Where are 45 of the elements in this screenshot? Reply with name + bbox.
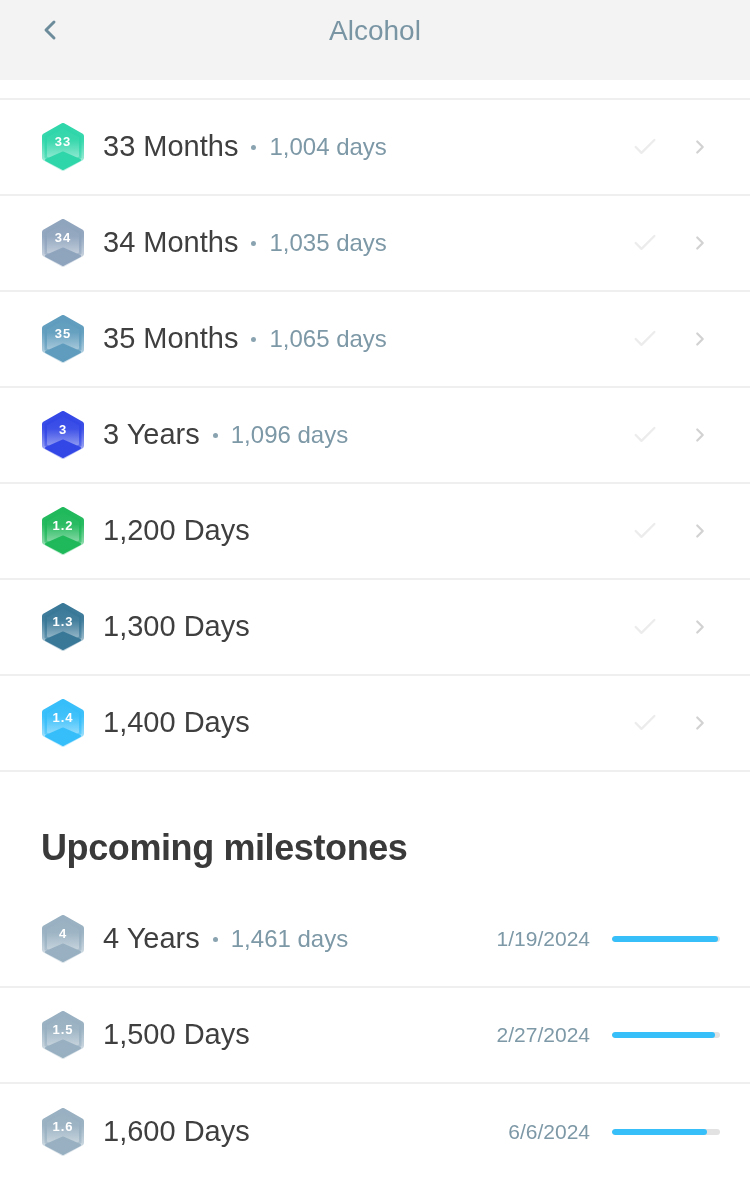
milestone-title: 33 Months	[103, 129, 239, 165]
screen-title: Alcohol	[329, 14, 421, 48]
days-count: 1,461 days	[230, 924, 349, 954]
milestone-row[interactable]: 35 35 Months 1,065 days	[0, 292, 750, 388]
hexagon-badge: 1.2	[42, 507, 84, 555]
days-count: 1,004 days	[269, 132, 387, 162]
target-date: 1/19/2024	[496, 926, 590, 953]
milestone-title: 1,200 Days	[103, 513, 250, 549]
hexagon-badge: 4	[42, 915, 84, 963]
hexagon-badge: 1.6	[42, 1108, 84, 1156]
section-heading: Upcoming milestones	[41, 828, 408, 868]
upcoming-row[interactable]: 1.5 1,500 Days 2/27/2024	[0, 988, 750, 1084]
milestone-title: 1,500 Days	[103, 1017, 250, 1053]
hexagon-badge: 1.5	[42, 1011, 84, 1059]
bullet-icon	[251, 240, 257, 246]
target-date: 2/27/2024	[496, 1022, 590, 1049]
milestone-title: 1,400 Days	[103, 705, 250, 741]
bullet-icon	[251, 336, 257, 342]
milestone-title: 4 Years	[103, 921, 200, 957]
milestone-row[interactable]: 1.3 1,300 Days	[0, 580, 750, 676]
hexagon-badge: 1.4	[42, 699, 84, 747]
bullet-icon	[212, 936, 218, 942]
hexagon-badge: 34	[42, 219, 84, 267]
bullet-icon	[212, 432, 218, 438]
milestone-row[interactable]: 1.4 1,400 Days	[0, 676, 750, 772]
days-count: 1,065 days	[269, 324, 387, 354]
days-count: 1,096 days	[230, 420, 349, 450]
upcoming-row[interactable]: 4 4 Years 1,461 days 1/19/2024	[0, 892, 750, 988]
target-date: 6/6/2024	[508, 1119, 590, 1146]
milestone-title: 1,600 Days	[103, 1114, 250, 1150]
milestone-title: 35 Months	[103, 321, 239, 357]
days-count: 1,035 days	[269, 228, 387, 258]
milestone-row[interactable]: 34 34 Months 1,035 days	[0, 196, 750, 292]
hexagon-badge: 1.3	[42, 603, 84, 651]
milestone-row[interactable]: 3 3 Years 1,096 days	[0, 388, 750, 484]
hexagon-badge: 3	[42, 411, 84, 459]
milestone-row[interactable]: 33 33 Months 1,004 days	[0, 100, 750, 196]
hexagon-badge: 35	[42, 315, 84, 363]
hexagon-badge: 33	[42, 123, 84, 171]
milestone-title: 1,300 Days	[103, 609, 250, 645]
upcoming-row[interactable]: 1.6 1,600 Days 6/6/2024	[0, 1084, 750, 1177]
milestone-title: 3 Years	[103, 417, 200, 453]
milestone-row[interactable]: 1.2 1,200 Days	[0, 484, 750, 580]
bullet-icon	[251, 144, 257, 150]
milestone-title: 34 Months	[103, 225, 239, 261]
